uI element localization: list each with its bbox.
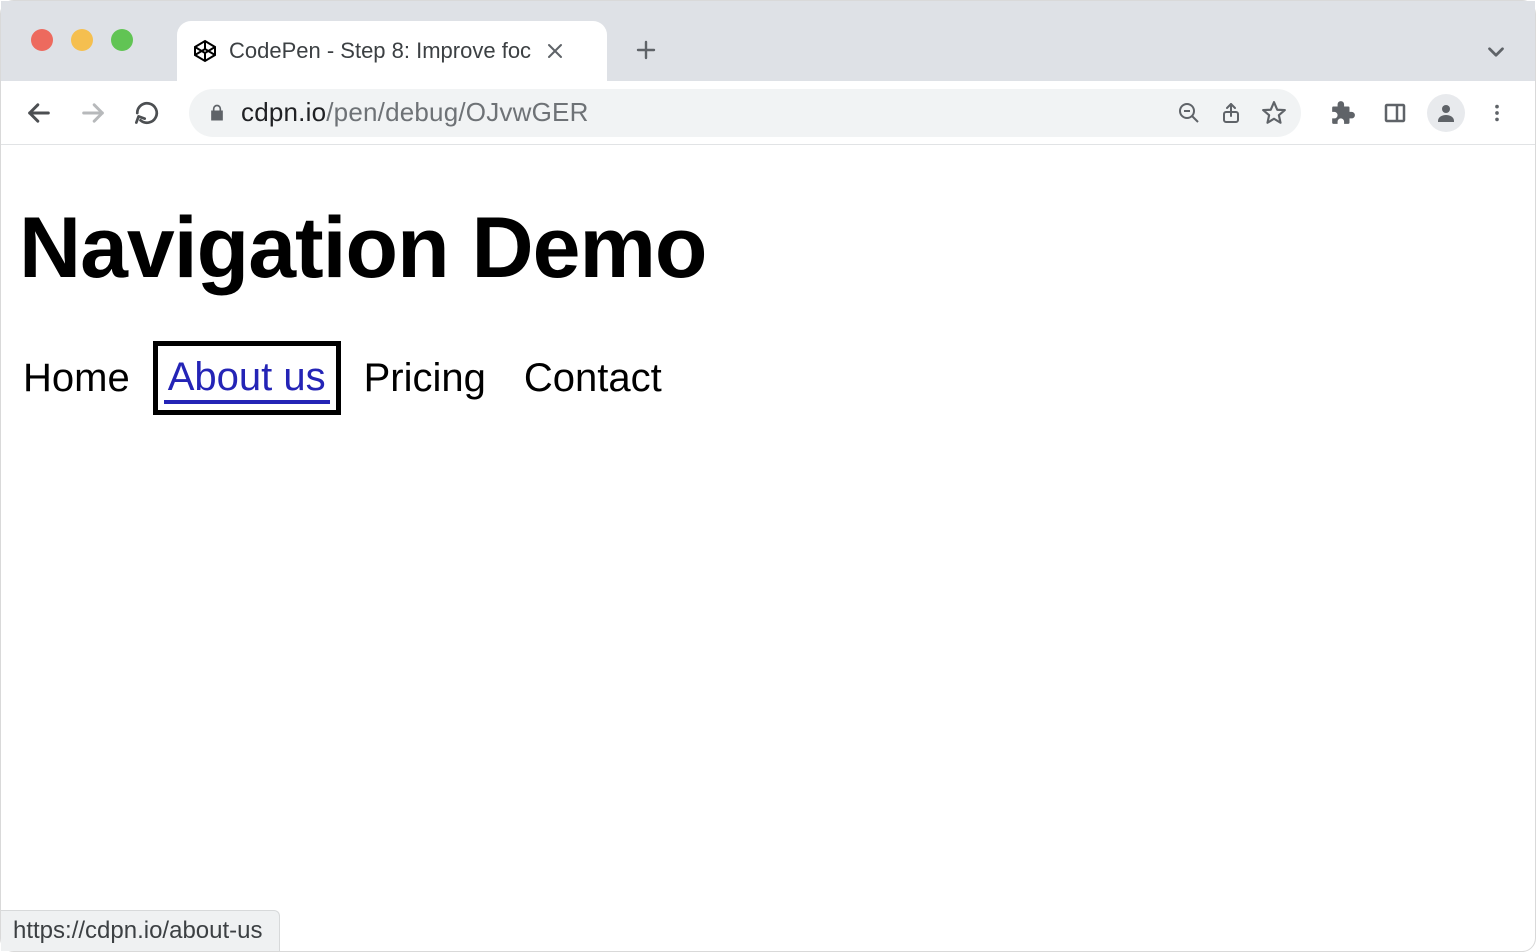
bookmark-star-icon[interactable]: [1261, 100, 1287, 126]
tab-title: CodePen - Step 8: Improve foc: [229, 38, 531, 64]
window-maximize-button[interactable]: [111, 29, 133, 51]
nav-link-pricing[interactable]: Pricing: [360, 353, 490, 403]
status-bar: https://cdpn.io/about-us: [1, 910, 280, 951]
codepen-icon: [193, 39, 217, 63]
extensions-button[interactable]: [1323, 93, 1363, 133]
toolbar-right: [1323, 93, 1517, 133]
page-content: Navigation Demo Home About us Pricing Co…: [1, 145, 1535, 404]
nav-link-contact[interactable]: Contact: [520, 353, 666, 403]
window-controls: [31, 29, 133, 51]
nav-link-about-us[interactable]: About us: [164, 352, 330, 404]
kebab-menu-button[interactable]: [1477, 93, 1517, 133]
zoom-out-icon[interactable]: [1177, 101, 1201, 125]
address-bar-actions: [1177, 100, 1287, 126]
new-tab-button[interactable]: [629, 33, 663, 67]
nav-link-home[interactable]: Home: [19, 353, 134, 403]
tab-close-button[interactable]: [543, 39, 567, 63]
address-bar[interactable]: cdpn.io/pen/debug/OJvwGER: [189, 89, 1301, 137]
tabs-menu-button[interactable]: [1483, 39, 1509, 65]
page-title: Navigation Demo: [19, 199, 1517, 298]
sidepanel-button[interactable]: [1375, 93, 1415, 133]
browser-tab[interactable]: CodePen - Step 8: Improve foc: [177, 21, 607, 81]
window-close-button[interactable]: [31, 29, 53, 51]
browser-toolbar: cdpn.io/pen/debug/OJvwGER: [1, 81, 1535, 145]
back-button[interactable]: [19, 93, 59, 133]
lock-icon: [207, 103, 227, 123]
browser-tabstrip: CodePen - Step 8: Improve foc: [1, 1, 1535, 81]
forward-button[interactable]: [73, 93, 113, 133]
url-host: cdpn.io: [241, 97, 326, 127]
profile-avatar[interactable]: [1427, 94, 1465, 132]
url-path: /pen/debug/OJvwGER: [326, 97, 588, 127]
main-nav: Home About us Pricing Contact: [19, 352, 1517, 404]
reload-button[interactable]: [127, 93, 167, 133]
share-icon[interactable]: [1219, 101, 1243, 125]
url-text: cdpn.io/pen/debug/OJvwGER: [241, 97, 589, 128]
window-minimize-button[interactable]: [71, 29, 93, 51]
